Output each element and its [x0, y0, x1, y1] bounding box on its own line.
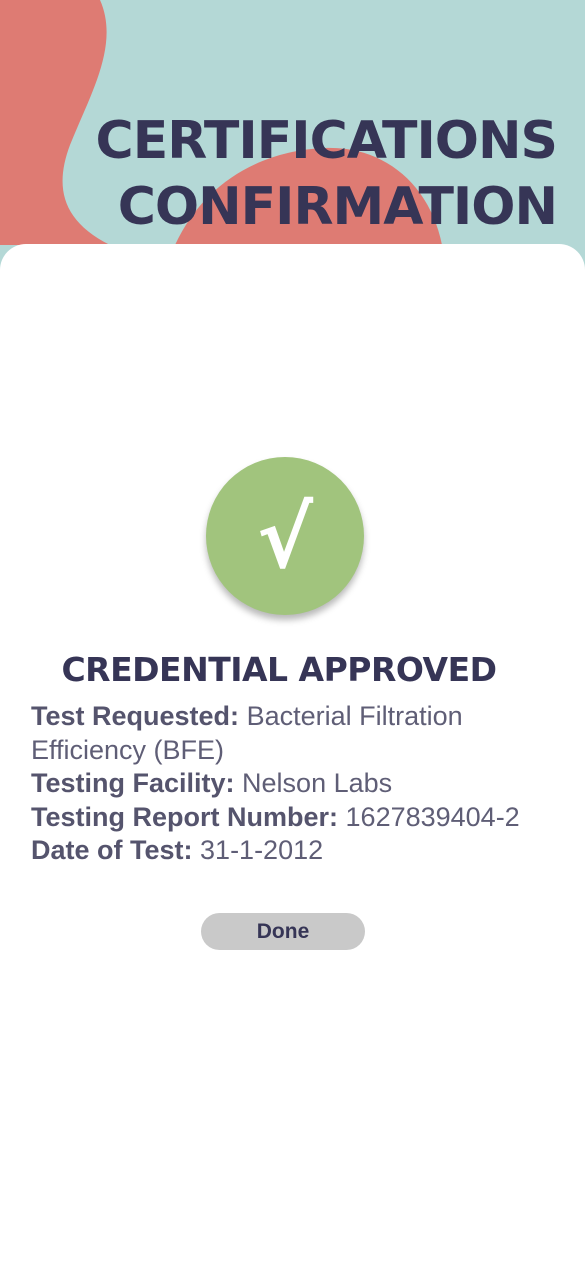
detail-testing-facility: Testing Facility: Nelson Labs	[31, 767, 561, 801]
detail-value: 1627839404-2	[345, 801, 520, 832]
detail-value: 31-1-2012	[200, 835, 324, 865]
status-heading: CREDENTIAL APPROVED	[61, 650, 497, 689]
title-line-1: CERTIFICATIONS	[95, 111, 558, 171]
detail-test-requested: Test Requested: Bacterial Filtration Eff…	[31, 700, 561, 767]
check-glyph: √	[256, 489, 314, 587]
detail-label: Testing Facility:	[31, 768, 235, 798]
detail-report-number: Testing Report Number: 1627839404-2	[31, 801, 561, 835]
check-icon: √	[206, 457, 364, 615]
certification-details: Test Requested: Bacterial Filtration Eff…	[31, 700, 561, 868]
detail-label: Test Requested:	[31, 701, 240, 731]
detail-label: Date of Test:	[31, 835, 193, 865]
page-title: CERTIFICATIONS CONFIRMATION	[95, 108, 558, 240]
done-button[interactable]: Done	[201, 913, 365, 950]
detail-value: Nelson Labs	[242, 768, 393, 798]
detail-label: Testing Report Number:	[31, 801, 339, 832]
title-line-2: CONFIRMATION	[117, 177, 558, 237]
detail-date-of-test: Date of Test: 31-1-2012	[31, 834, 561, 868]
